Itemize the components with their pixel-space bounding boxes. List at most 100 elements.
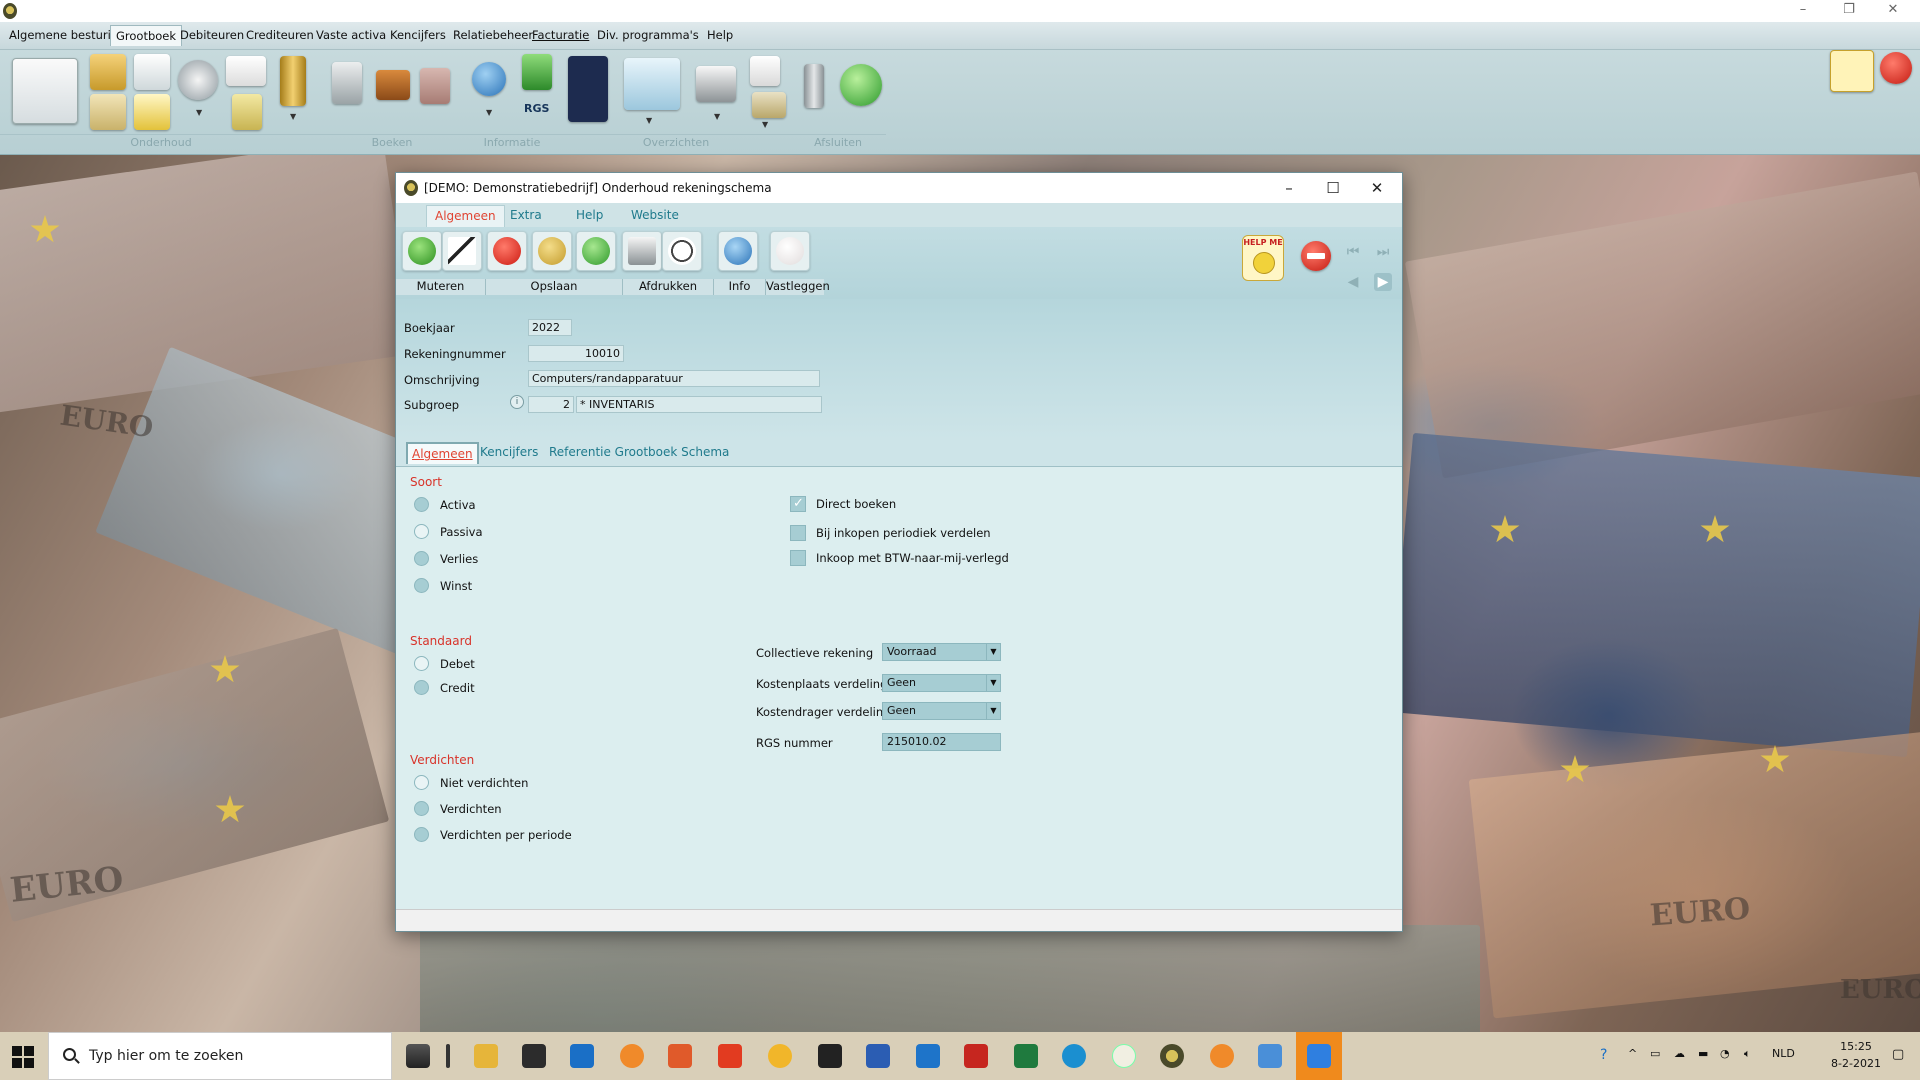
radio-verlies[interactable] xyxy=(414,551,429,566)
coat-of-arms-icon[interactable] xyxy=(568,56,608,122)
pillar-dropdown-icon[interactable]: ▼ xyxy=(290,112,296,121)
tab-kencijfers[interactable]: Kencijfers xyxy=(480,445,538,459)
list-icon[interactable] xyxy=(232,94,262,130)
stop-button[interactable] xyxy=(1301,241,1331,271)
tree-icon[interactable] xyxy=(90,94,126,130)
dialog-menu-help[interactable]: Help xyxy=(576,208,603,222)
direct-boeken-checkbox[interactable] xyxy=(790,496,806,512)
info-dropdown-icon[interactable]: ▼ xyxy=(486,108,492,117)
word-icon[interactable] xyxy=(866,1044,890,1068)
battery-icon[interactable]: ▬ xyxy=(1698,1047,1708,1060)
omschrijving-field[interactable]: Computers/randapparatuur xyxy=(528,370,820,387)
print-button[interactable] xyxy=(622,231,662,271)
language-indicator[interactable]: NLD xyxy=(1772,1047,1795,1060)
close-icon[interactable]: ✕ xyxy=(1362,177,1392,199)
info-button[interactable] xyxy=(718,231,758,271)
photos-icon[interactable] xyxy=(1258,1044,1282,1068)
vastleggen-button[interactable] xyxy=(770,231,810,271)
app-orange-icon[interactable] xyxy=(620,1044,644,1068)
close-icon[interactable]: ✕ xyxy=(1876,0,1910,22)
last-record-icon[interactable]: ⏭ xyxy=(1374,243,1392,261)
stop-icon[interactable] xyxy=(1880,52,1912,84)
outlook-icon[interactable] xyxy=(570,1044,594,1068)
volume-icon[interactable]: 🔈︎ xyxy=(1744,1047,1751,1061)
excel-icon[interactable] xyxy=(1014,1044,1038,1068)
menu-div-programmas[interactable]: Div. programma's xyxy=(597,28,699,42)
delete-x-icon[interactable] xyxy=(750,56,780,86)
menu-debiteuren[interactable]: Debiteuren xyxy=(180,28,244,42)
wifi-icon[interactable]: ◔ xyxy=(1720,1047,1730,1060)
windows-start-icon[interactable] xyxy=(12,1046,34,1068)
help-me-icon[interactable] xyxy=(1830,50,1874,92)
boekjaar-field[interactable]: 2022 xyxy=(528,319,572,336)
pillar-icon[interactable] xyxy=(280,56,306,106)
system-clock[interactable]: 15:25 8-2-2021 xyxy=(1816,1038,1896,1072)
next-record-icon[interactable]: ▶ xyxy=(1374,273,1392,291)
network-icon[interactable]: ▭ xyxy=(1650,1047,1660,1060)
file-explorer-icon[interactable] xyxy=(474,1044,498,1068)
app-orange2-icon[interactable] xyxy=(1210,1044,1234,1068)
subgroep-info-icon[interactable]: i xyxy=(510,395,524,409)
filezilla-z-icon[interactable] xyxy=(818,1044,842,1068)
rgs-person-icon[interactable] xyxy=(522,54,552,90)
radio-passiva[interactable] xyxy=(414,524,429,539)
collectieve-rekening-select[interactable]: Voorraad ▼ xyxy=(882,643,1001,661)
filezilla-icon[interactable] xyxy=(964,1044,988,1068)
radio-verdichten[interactable] xyxy=(414,801,429,816)
settings-dropdown-icon[interactable]: ▼ xyxy=(196,108,202,117)
minimize-icon[interactable]: – xyxy=(1786,0,1820,22)
kostendrager-verdeling-select[interactable]: Geen ▼ xyxy=(882,702,1001,720)
printer-dropdown-icon[interactable]: ▼ xyxy=(714,112,720,121)
radio-activa[interactable] xyxy=(414,497,429,512)
close-year-icon[interactable] xyxy=(840,64,882,106)
briefcase-icon[interactable] xyxy=(376,70,410,100)
rekeningnummer-field[interactable]: 10010 xyxy=(528,345,624,362)
book-icon[interactable] xyxy=(90,54,126,90)
tab-algemeen[interactable]: Algemeen xyxy=(406,442,479,464)
settings-gear-icon[interactable] xyxy=(178,60,218,100)
print-preview-button[interactable] xyxy=(662,231,702,271)
reports-icon[interactable] xyxy=(624,58,680,110)
open-book-icon[interactable] xyxy=(226,56,266,86)
cloud-icon[interactable]: ☁ xyxy=(1674,1047,1685,1060)
radio-debet[interactable] xyxy=(414,656,429,671)
minimize-icon[interactable]: – xyxy=(1274,177,1304,199)
info-icon[interactable] xyxy=(472,62,506,96)
reports-dropdown-icon[interactable]: ▼ xyxy=(646,116,652,125)
menu-algemene-besturing[interactable]: Algemene besturing xyxy=(9,28,125,42)
store-icon[interactable] xyxy=(522,1044,546,1068)
structure-icon[interactable] xyxy=(752,92,786,118)
app-camera-icon[interactable] xyxy=(916,1044,940,1068)
structure-dropdown-icon[interactable]: ▼ xyxy=(762,120,768,129)
app-code-icon[interactable] xyxy=(1112,1044,1136,1068)
radio-niet-verdichten[interactable] xyxy=(414,775,429,790)
dialog-menu-algemeen[interactable]: Algemeen xyxy=(426,205,505,227)
menu-help[interactable]: Help xyxy=(707,28,733,42)
show-hidden-icons[interactable]: ^ xyxy=(1628,1047,1637,1060)
app-yellow-icon[interactable] xyxy=(768,1044,792,1068)
edge-icon[interactable] xyxy=(1062,1044,1086,1068)
rekeningschema-icon[interactable] xyxy=(12,58,78,124)
inkopen-periodiek-checkbox[interactable] xyxy=(790,525,806,541)
radio-credit[interactable] xyxy=(414,680,429,695)
radio-winst[interactable] xyxy=(414,578,429,593)
menu-facturatie[interactable]: Facturatie xyxy=(532,28,589,42)
notifications-icon[interactable]: ▢ xyxy=(1892,1047,1904,1062)
task-view-icon[interactable] xyxy=(406,1044,430,1068)
radio-verdichten-per-periode[interactable] xyxy=(414,827,429,842)
maximize-icon[interactable]: ☐ xyxy=(1318,177,1348,199)
app-lightning-icon[interactable] xyxy=(668,1044,692,1068)
undo-button[interactable] xyxy=(532,231,572,271)
kostenplaats-verdeling-select[interactable]: Geen ▼ xyxy=(882,674,1001,692)
table-icon[interactable] xyxy=(134,54,170,90)
dialog-menu-extra[interactable]: Extra xyxy=(510,208,542,222)
rgs-label[interactable]: RGS xyxy=(524,102,549,115)
taskbar-search-box[interactable]: Typ hier om te zoeken xyxy=(48,1032,392,1080)
menu-kencijfers[interactable]: Kencijfers xyxy=(390,28,446,42)
subgroep-number-field[interactable]: 2 xyxy=(528,396,574,413)
tab-referentie-grootboek-schema[interactable]: Referentie Grootboek Schema xyxy=(549,445,729,459)
menu-grootboek[interactable]: Grootboek xyxy=(110,25,183,46)
key-icon[interactable] xyxy=(804,64,824,108)
office-icon[interactable] xyxy=(718,1044,742,1068)
menu-relatiebeheer[interactable]: Relatiebeheer xyxy=(453,28,533,42)
